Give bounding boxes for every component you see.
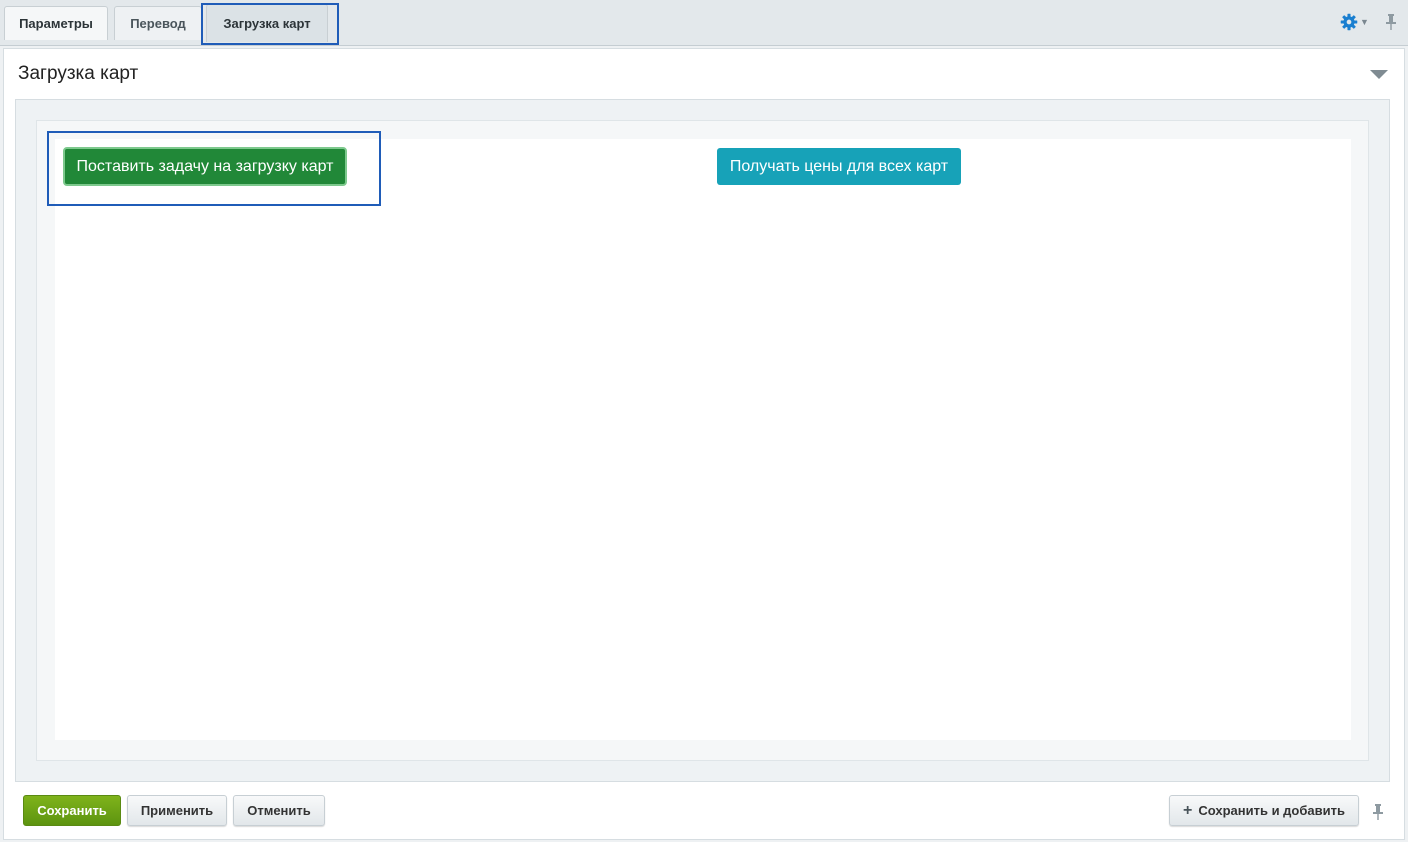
apply-button[interactable]: Применить [127,795,227,826]
save-and-add-button[interactable]: + Сохранить и добавить [1169,795,1359,826]
get-prices-button[interactable]: Получать цены для всех карт [717,148,961,185]
pin-icon[interactable] [1384,13,1398,31]
content-area: Поставить задачу на загрузку карт Получа… [55,139,1351,740]
plus-icon: + [1183,801,1193,819]
tab-card-loading[interactable]: Загрузка карт [206,4,328,42]
collapse-icon[interactable] [1370,70,1388,79]
queue-card-loading-button[interactable]: Поставить задачу на загрузку карт [63,147,347,186]
main-panel: Загрузка карт Поставить задачу на загруз… [3,48,1405,840]
tab-bar: Параметры Перевод Загрузка карт ▼ [0,0,1408,46]
cancel-button[interactable]: Отменить [233,795,325,826]
save-and-add-label: Сохранить и добавить [1198,803,1345,818]
content-frame: Поставить задачу на загрузку карт Получа… [36,120,1369,761]
section-body: Поставить задачу на загрузку карт Получа… [15,99,1390,782]
gear-icon[interactable] [1340,13,1358,31]
save-button[interactable]: Сохранить [23,795,121,826]
tab-parameters[interactable]: Параметры [4,6,108,40]
section-title: Загрузка карт [18,63,139,84]
footer-pin-icon[interactable] [1371,803,1385,821]
chevron-down-icon[interactable]: ▼ [1360,13,1369,31]
tab-translation[interactable]: Перевод [114,6,202,40]
